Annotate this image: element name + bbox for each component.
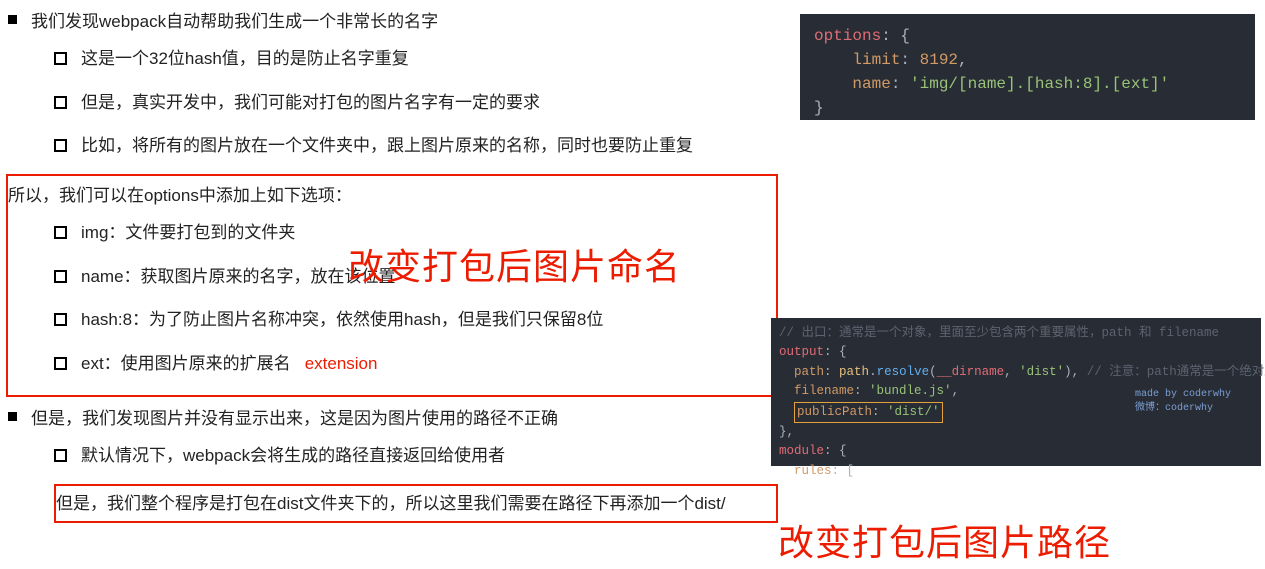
bullet-l2: 这是一个32位hash值，目的是防止名字重复: [54, 43, 778, 74]
bullet-l2: 比如，将所有的图片放在一个文件夹中，跟上图片原来的名称，同时也要防止重复: [54, 130, 778, 161]
publicpath-highlight: publicPath: 'dist/': [794, 402, 943, 423]
bullet-l2: 但是，真实开发中，我们可能对打包的图片名字有一定的要求: [54, 87, 778, 118]
bullet-l2: ext：使用图片原来的扩展名extension: [54, 348, 772, 379]
annotation-rename: 改变打包后图片命名: [348, 238, 681, 290]
bullet-l1: 但是，我们发现图片并没有显示出来，这是因为图片使用的路径不正确 默认情况下，we…: [8, 403, 778, 523]
bullet-l2: 默认情况下，webpack会将生成的路径直接返回给使用者: [54, 440, 778, 471]
extension-note: extension: [305, 354, 378, 373]
watermark: made by coderwhy微博：coderwhy: [1135, 388, 1231, 416]
bullet-l2: hash:8：为了防止图片名称冲突，依然使用hash，但是我们只保留8位: [54, 304, 772, 335]
bullet-l2-boxed: 但是，我们整个程序是打包在dist文件夹下的，所以这里我们需要在路径下再添加一个…: [54, 484, 778, 523]
bullet-l1: 我们发现webpack自动帮助我们生成一个非常长的名字 这是一个32位hash值…: [8, 6, 778, 162]
annotation-repath: 改变打包后图片路径: [778, 514, 1111, 566]
code-block-output: // 出口：通常是一个对象，里面至少包含两个重要属性，path 和 filena…: [771, 318, 1261, 466]
code-block-options: options: { limit: 8192, name: 'img/[name…: [800, 14, 1255, 120]
red-highlight-box-2: 但是，我们整个程序是打包在dist文件夹下的，所以这里我们需要在路径下再添加一个…: [54, 484, 778, 523]
bullet-text: 我们发现webpack自动帮助我们生成一个非常长的名字: [31, 6, 438, 37]
